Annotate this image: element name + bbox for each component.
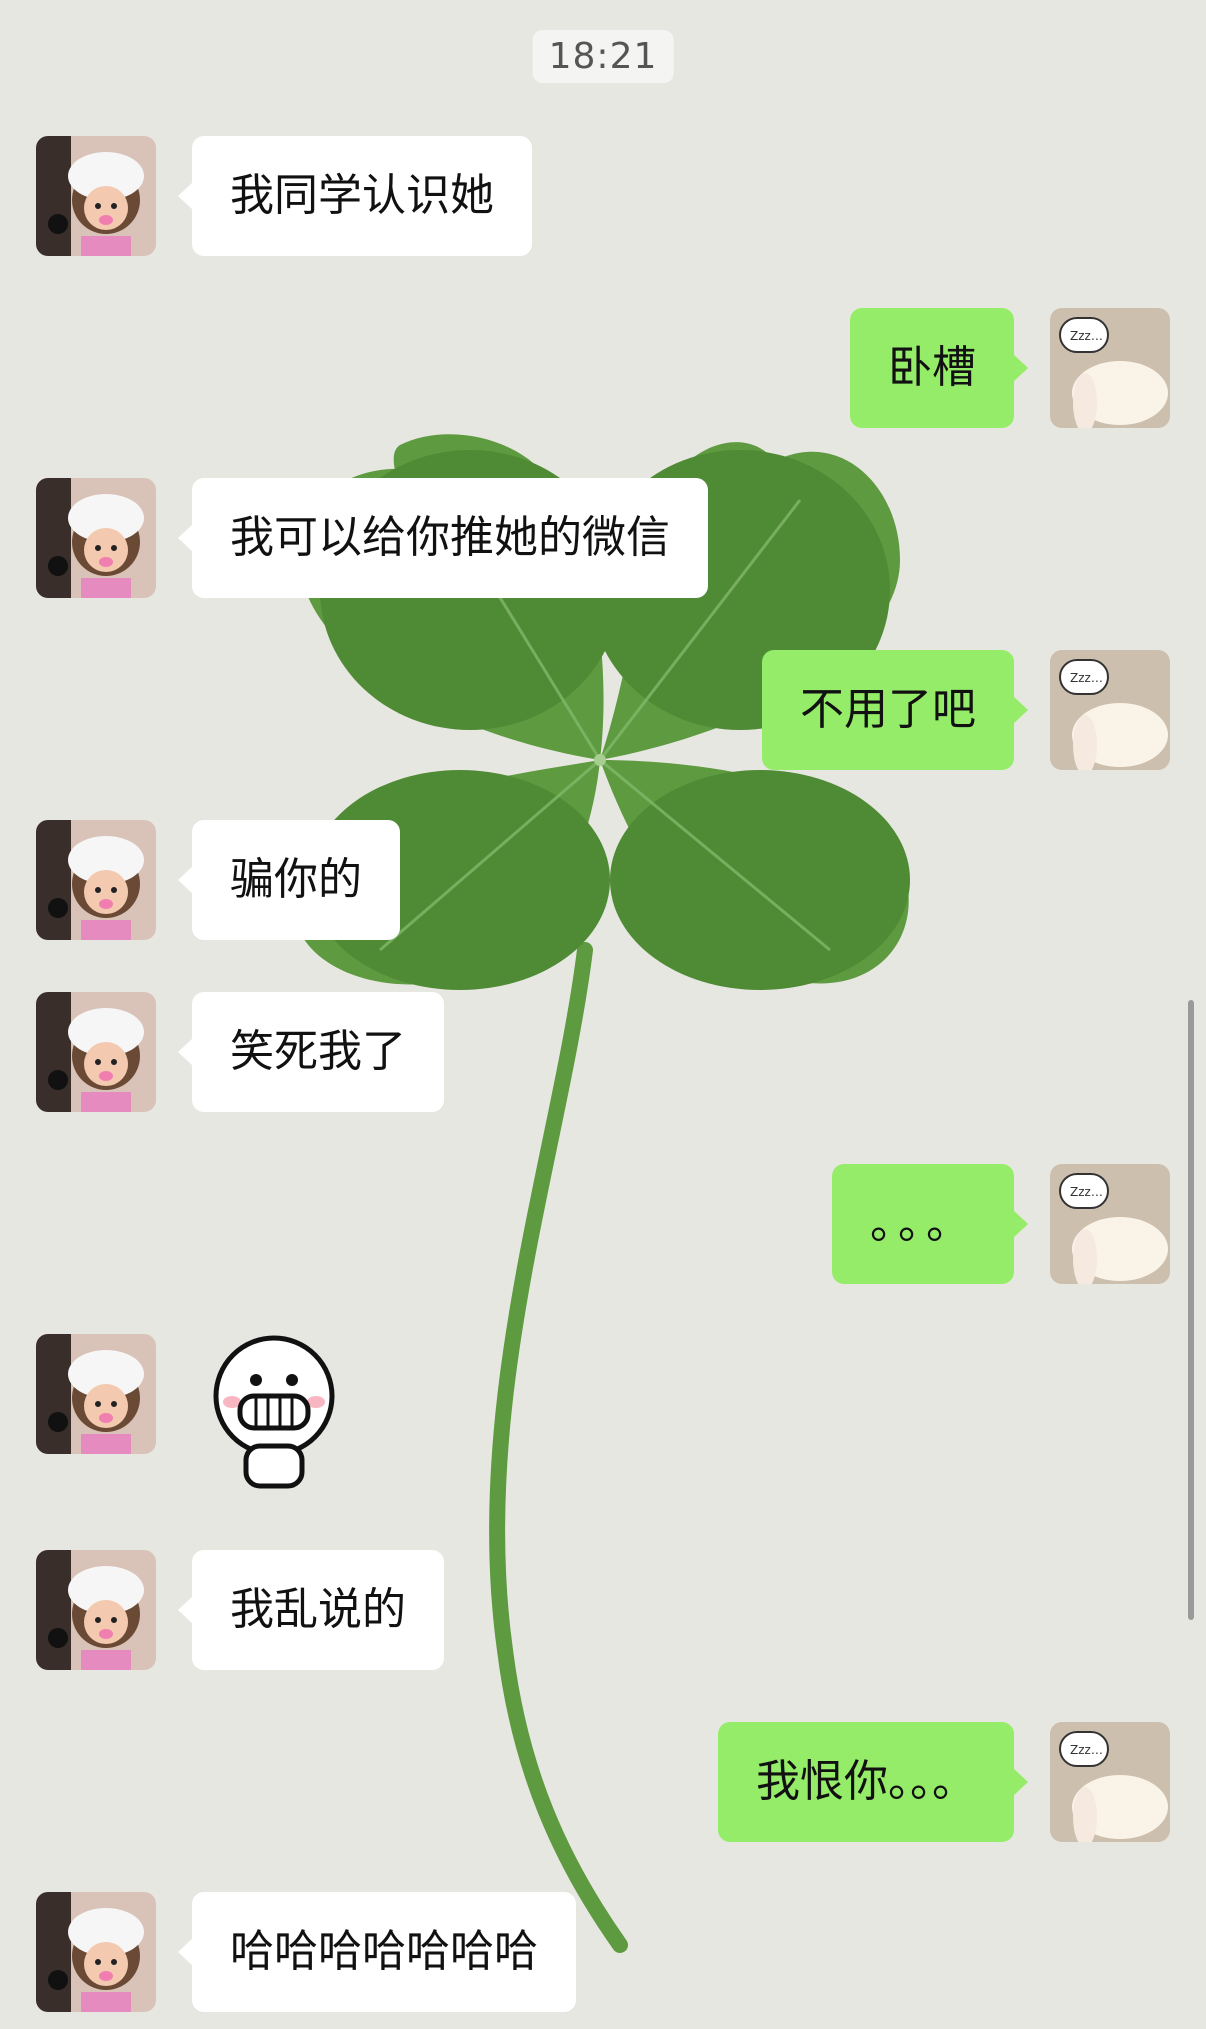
message-bubble-outgoing[interactable]: 卧槽 [850, 308, 1028, 428]
message-bubble-incoming[interactable]: 哈哈哈哈哈哈哈 [178, 1892, 576, 2012]
my-avatar[interactable]: Zzz… [1050, 1164, 1170, 1284]
message-bubble-incoming[interactable]: 我同学认识她 [178, 136, 532, 256]
grinning-face-sticker[interactable] [204, 1334, 344, 1494]
contact-avatar[interactable] [36, 992, 156, 1112]
message-bubble-outgoing[interactable]: 不用了吧 [762, 650, 1028, 770]
contact-avatar[interactable] [36, 1550, 156, 1670]
my-avatar[interactable]: Zzz… [1050, 1722, 1170, 1842]
message-bubble-incoming[interactable]: 骗你的 [178, 820, 400, 940]
svg-text:Zzz…: Zzz… [1070, 329, 1103, 343]
contact-avatar[interactable] [36, 820, 156, 940]
my-avatar[interactable]: Zzz… [1050, 308, 1170, 428]
svg-text:Zzz…: Zzz… [1070, 1743, 1103, 1757]
message-bubble-incoming[interactable]: 我可以给你推她的微信 [178, 478, 708, 598]
contact-avatar[interactable] [36, 136, 156, 256]
timestamp: 18:21 [532, 30, 674, 83]
scrollbar[interactable] [1188, 1000, 1194, 1620]
message-bubble-incoming[interactable]: 笑死我了 [178, 992, 444, 1112]
my-avatar[interactable]: Zzz… [1050, 650, 1170, 770]
message-bubble-outgoing[interactable]: 我恨你。。。 [718, 1722, 1028, 1842]
contact-avatar[interactable] [36, 1334, 156, 1454]
contact-avatar[interactable] [36, 1892, 156, 2012]
clover-background [0, 0, 1206, 2029]
contact-avatar[interactable] [36, 478, 156, 598]
message-bubble-incoming[interactable]: 我乱说的 [178, 1550, 444, 1670]
svg-text:Zzz…: Zzz… [1070, 671, 1103, 685]
message-bubble-outgoing[interactable]: 。。。 [832, 1164, 1028, 1284]
svg-text:Zzz…: Zzz… [1070, 1185, 1103, 1199]
